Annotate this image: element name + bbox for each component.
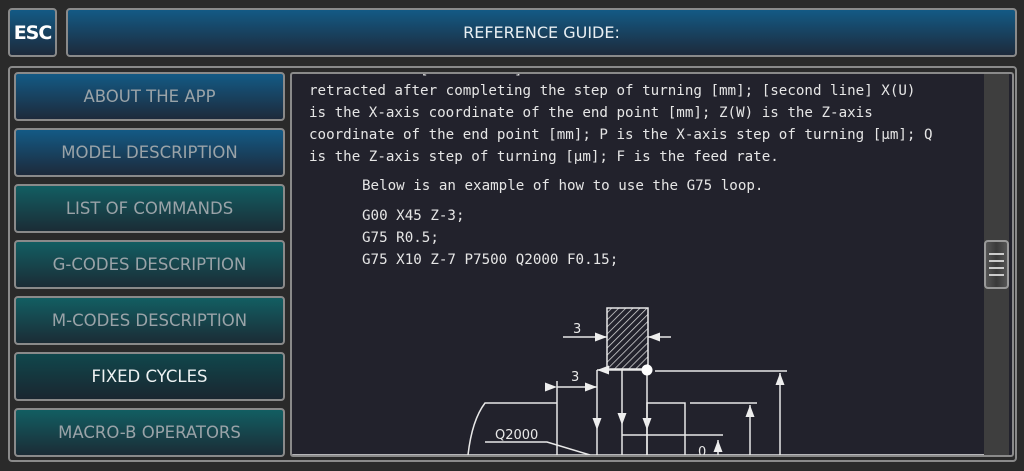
sidebar-item-macro-b-operators[interactable]: MACRO-B OPERATORS xyxy=(14,408,285,457)
sidebar-item-about-the-app[interactable]: ABOUT THE APP xyxy=(14,72,285,121)
sidebar-item-fixed-cycles[interactable]: FIXED CYCLES xyxy=(14,352,285,401)
reference-content: where: [first line] R is the distance to… xyxy=(290,72,1014,457)
esc-button[interactable]: ESC xyxy=(8,8,57,57)
sidebar-item-m-codes-description[interactable]: M-CODES DESCRIPTION xyxy=(14,296,285,345)
dim-top-label: 3 xyxy=(573,322,581,337)
dim-step-label: 3 xyxy=(571,370,579,385)
q-label: Q2000 xyxy=(495,428,538,443)
scrollbar-thumb[interactable] xyxy=(984,240,1009,289)
page-title: REFERENCE GUIDE: xyxy=(66,8,1017,57)
sidebar-item-model-description[interactable]: MODEL DESCRIPTION xyxy=(14,128,285,177)
scrollbar[interactable] xyxy=(984,74,1009,455)
zero-label: 0 xyxy=(698,445,706,457)
sidebar-item-g-codes-description[interactable]: G-CODES DESCRIPTION xyxy=(14,240,285,289)
sidebar-item-list-of-commands[interactable]: LIST OF COMMANDS xyxy=(14,184,285,233)
tool-shape xyxy=(606,307,649,370)
g75-diagram: 3 3 Q2000 0 xyxy=(292,307,984,457)
